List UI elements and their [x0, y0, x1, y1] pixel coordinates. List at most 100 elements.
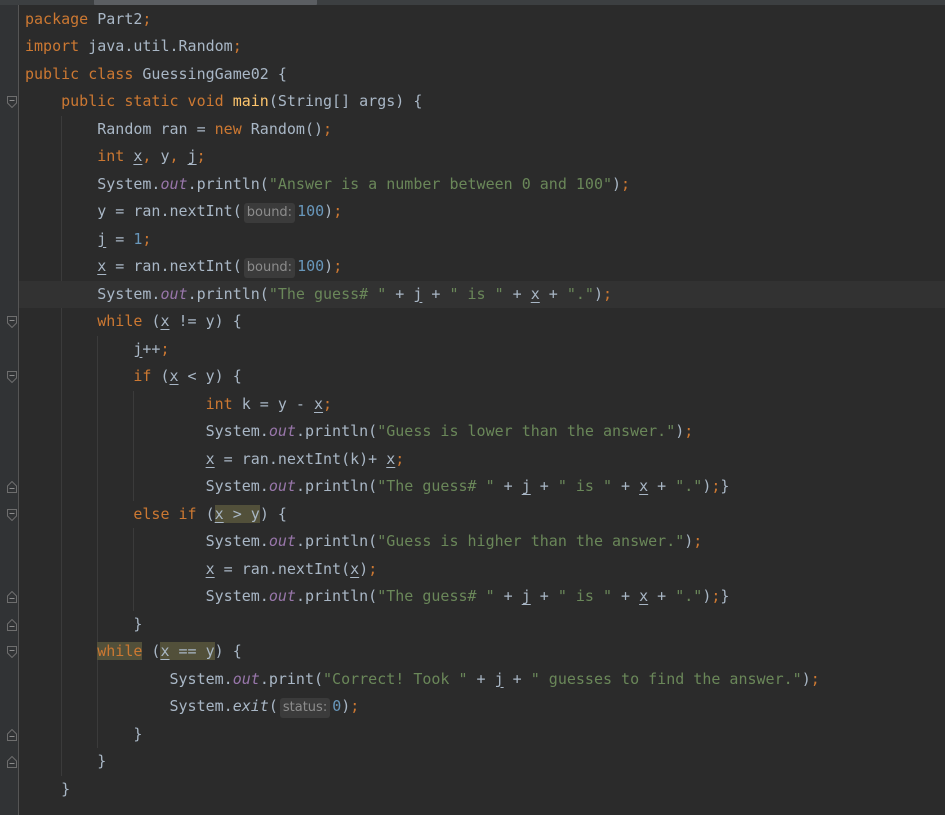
code-line[interactable]: System.out.println("Guess is lower than … [19, 418, 945, 446]
fold-collapse-icon[interactable] [7, 371, 17, 383]
code-line[interactable]: System.out.println("Guess is higher than… [19, 528, 945, 556]
code-content: while (x == y) { [25, 638, 242, 666]
string-literal: "The guess# " [377, 477, 495, 495]
code-text: = [106, 229, 134, 248]
code-line[interactable]: } [19, 748, 945, 776]
code-content: System.out.println("The guess# " + j + "… [25, 583, 730, 611]
code-content: } [25, 611, 142, 639]
code-line[interactable]: x = ran.nextInt(bound: 100); [19, 253, 945, 281]
code-line[interactable]: System.exit(status: 0); [19, 693, 945, 721]
code-text: + [494, 477, 522, 495]
code-line[interactable]: public static void main(String[] args) { [19, 88, 945, 116]
fold-end-icon[interactable] [7, 481, 17, 493]
variable: x [639, 477, 649, 495]
code-text: ( [160, 367, 170, 385]
code-line[interactable]: } [19, 721, 945, 749]
code-text: System. [25, 174, 161, 193]
code-text: y [160, 147, 170, 165]
code-content: j = 1; [25, 226, 151, 254]
variable: x [639, 587, 649, 605]
code-line[interactable]: if (x < y) { [19, 363, 945, 391]
punctuation: ; [603, 284, 613, 303]
code-line[interactable]: System.out.println("The guess# " + j + "… [19, 473, 945, 501]
code-line[interactable]: } [19, 776, 945, 804]
keyword: else if [25, 504, 206, 523]
code-line[interactable]: System.out.print("Correct! Took " + j + … [19, 666, 945, 694]
code-text: Random ran = [25, 119, 215, 138]
keyword: public class [25, 64, 143, 83]
code-line[interactable]: x = ran.nextInt(x); [19, 556, 945, 584]
fold-collapse-icon[interactable] [7, 316, 17, 328]
code-line-current[interactable]: System.out.println("The guess# " + j + "… [19, 280, 945, 308]
code-line[interactable]: x = ran.nextInt(k)+ x; [19, 446, 945, 474]
code-text: + [612, 477, 640, 495]
fold-end-icon[interactable] [7, 618, 17, 631]
code-text: } [25, 614, 143, 633]
code-editor[interactable]: package Part2; import java.util.Random; pu… [19, 5, 945, 815]
code-text: } [720, 587, 730, 605]
code-text: .println( [187, 284, 269, 303]
code-text: System. [25, 587, 269, 605]
code-text: ) [359, 559, 369, 578]
fold-end-icon[interactable] [7, 756, 17, 768]
field: out [268, 532, 296, 550]
code-line[interactable]: Random ran = new Random(); [19, 116, 945, 144]
fold-collapse-icon[interactable] [7, 508, 17, 521]
punctuation: ; [621, 174, 631, 193]
code-line[interactable]: System.out.println("The guess# " + j + "… [19, 583, 945, 611]
string-literal: "." [566, 284, 594, 303]
fold-collapse-icon[interactable] [7, 646, 17, 658]
fold-collapse-icon[interactable] [7, 96, 17, 108]
code-text: System. [25, 669, 233, 688]
parameter-hint: bound: [243, 203, 296, 223]
code-text: (String[] args) { [268, 92, 423, 110]
punctuation: ; [810, 669, 820, 688]
keyword: public static void [25, 92, 233, 110]
code-text: ++ [142, 339, 161, 358]
code-line[interactable]: int k = y - x; [19, 391, 945, 419]
fold-end-icon[interactable] [7, 591, 17, 603]
code-content: System.out.println("Guess is lower than … [25, 418, 694, 446]
code-text: .println( [295, 532, 378, 550]
code-text: + [494, 587, 522, 605]
code-line[interactable]: } [19, 611, 945, 639]
punctuation: ; [142, 229, 152, 248]
editor-gutter[interactable] [0, 5, 18, 815]
code-line[interactable]: j = 1; [19, 226, 945, 254]
code-line[interactable]: import java.util.Random; [19, 33, 945, 61]
code-text: ( [142, 642, 161, 660]
string-literal: "The guess# " [268, 284, 387, 303]
code-text: System. [25, 532, 269, 550]
punctuation: ; [323, 119, 333, 138]
code-line[interactable]: public class GuessingGame02 { [19, 61, 945, 89]
code-text: .println( [295, 422, 378, 440]
string-literal: "The guess# " [377, 587, 495, 605]
code-text: + [648, 587, 676, 605]
code-text: < y) { [178, 367, 242, 385]
code-line[interactable]: System.out.println("Answer is a number b… [19, 171, 945, 199]
code-text: k = y - [241, 394, 314, 413]
variable: j [521, 587, 531, 605]
code-text: GuessingGame02 { [142, 64, 287, 83]
fold-end-icon[interactable] [7, 728, 17, 741]
code-line[interactable]: else if (x > y) { [19, 501, 945, 529]
static-method: exit [232, 697, 269, 715]
code-line[interactable]: y = ran.nextInt(bound: 100); [19, 198, 945, 226]
parameter-hint: status: [279, 698, 331, 718]
code-line[interactable]: while (x == y) { [19, 638, 945, 666]
punctuation: ; [142, 9, 152, 28]
punctuation: ; [350, 697, 360, 715]
code-line[interactable]: j++; [19, 336, 945, 364]
code-content: System.out.println("Answer is a number b… [25, 171, 630, 199]
code-text: .println( [295, 587, 378, 605]
code-line[interactable]: int x, y, j; [19, 143, 945, 171]
code-line[interactable]: package Part2; [19, 6, 945, 34]
punctuation: ; [196, 147, 206, 165]
code-text: ( [268, 697, 278, 715]
code-text: .println( [295, 477, 378, 495]
code-line[interactable]: while (x != y) { [19, 308, 945, 336]
punctuation: ; [333, 257, 343, 275]
code-text: ) [675, 422, 685, 440]
